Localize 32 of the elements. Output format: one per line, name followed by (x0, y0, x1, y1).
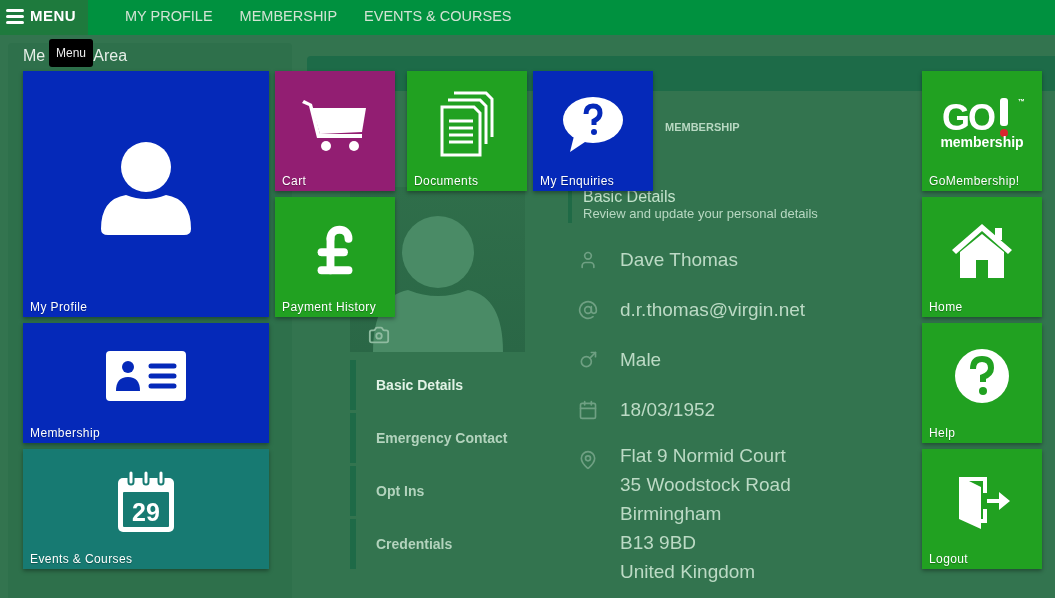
detail-text: 18/03/1952 (620, 398, 716, 422)
detail-text: Birmingham (620, 502, 723, 526)
menu-tile[interactable]: Cart (275, 71, 395, 191)
tooltip: Menu (49, 39, 93, 67)
menu-tile[interactable]: Help (922, 323, 1042, 443)
nav-link[interactable]: MY PROFILE (125, 7, 213, 24)
menu-tile[interactable]: Logout (922, 449, 1042, 569)
page-title: Me (23, 47, 46, 65)
menu-tile[interactable]: 29 Events & Courses (23, 449, 269, 569)
side-nav-item[interactable]: Basic Details (350, 360, 525, 410)
side-nav-item[interactable]: Opt Ins (350, 466, 525, 516)
side-nav-item[interactable]: Credentials (350, 519, 525, 569)
side-nav-item[interactable]: Emergency Contact (350, 413, 525, 463)
detail-text: d.r.thomas@virgin.net (620, 298, 806, 322)
menu-tile[interactable]: My Profile (23, 71, 269, 317)
menu-tile[interactable]: Home (922, 197, 1042, 317)
menu-button[interactable]: MENU (0, 0, 88, 35)
nav-link[interactable]: EVENTS & COURSES (364, 7, 512, 24)
menu-tile[interactable]: Membership (23, 323, 269, 443)
detail-text: Flat 9 Normid Court (620, 444, 787, 468)
section-subtitle: Review and update your personal details (583, 206, 818, 222)
detail-text: Male (620, 348, 662, 372)
detail-text: B13 9BD (620, 531, 698, 555)
detail-text: Dave Thomas (620, 248, 738, 272)
detail-text: United Kingdom (620, 560, 757, 584)
section-label: MEMBERSHIP (665, 120, 741, 135)
nav-link[interactable]: MEMBERSHIP (239, 7, 338, 24)
page-title: Area (93, 47, 128, 65)
detail-text: 35 Woodstock Road (620, 473, 791, 497)
menu-tile[interactable]: My Enquiries (533, 71, 653, 191)
menu-tile[interactable]: Documents (407, 71, 527, 191)
menu-tile[interactable]: Payment History (275, 197, 395, 317)
